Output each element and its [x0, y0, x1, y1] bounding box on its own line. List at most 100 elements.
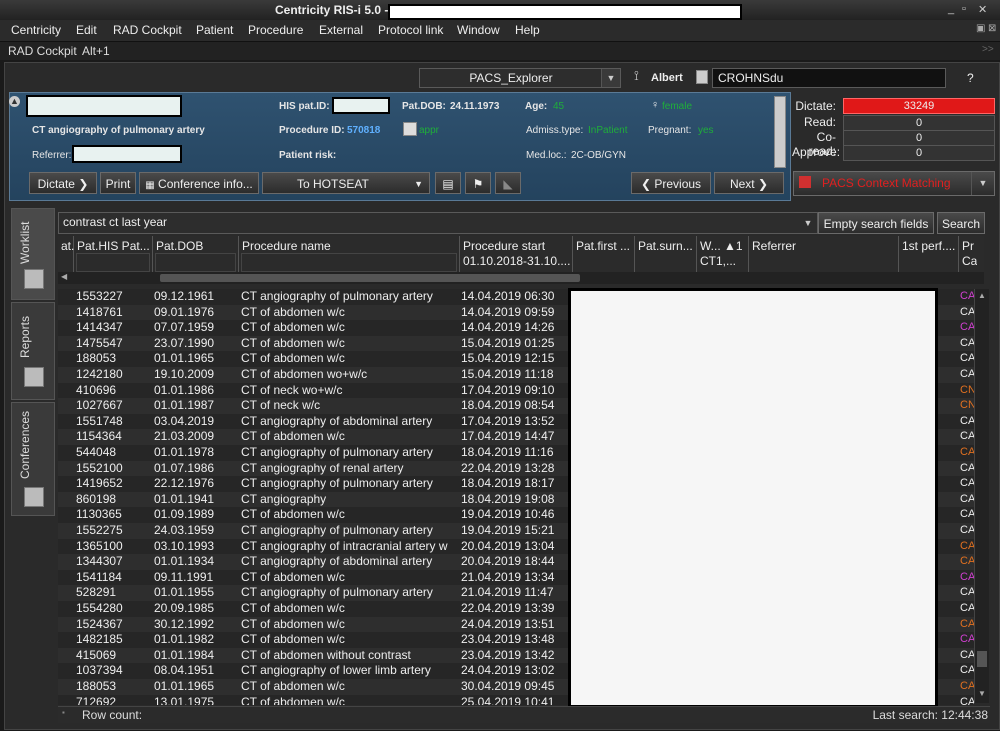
- menu-edit[interactable]: Edit: [76, 23, 97, 37]
- col-procedure-name[interactable]: Procedure name: [239, 236, 460, 272]
- col-referrer-label: Referrer: [752, 239, 797, 253]
- cell-procedure: CT of abdomen w/c: [241, 601, 345, 615]
- cell-his-id: 188053: [76, 351, 117, 366]
- col-first-name[interactable]: Pat.first ...: [573, 236, 635, 272]
- tab-conferences[interactable]: Conferences: [11, 402, 55, 516]
- filter-start-value[interactable]: 01.10.2018-31.10....: [463, 254, 570, 268]
- chevron-down-icon[interactable]: ▼: [971, 172, 994, 195]
- dictate-count[interactable]: 33249: [843, 98, 995, 114]
- empty-search-fields-button[interactable]: Empty search fields: [818, 212, 934, 234]
- cell-his-id: 1482185: [76, 632, 123, 647]
- redacted-his-id: [332, 97, 390, 114]
- col-surname[interactable]: Pat.surn...: [635, 236, 697, 272]
- minimize-icon[interactable]: _: [948, 3, 954, 15]
- status-expand-icon[interactable]: ▪: [62, 708, 65, 717]
- col-status[interactable]: at.: [58, 236, 74, 272]
- menu-window[interactable]: Window: [457, 23, 500, 37]
- col-his-id[interactable]: Pat.HIS Pat...: [74, 236, 153, 272]
- cell-start: 25.04.2019 10:41: [461, 694, 555, 705]
- menu-protocol-link[interactable]: Protocol link: [378, 23, 443, 37]
- read-count[interactable]: 0: [843, 115, 995, 131]
- scroll-down-icon[interactable]: ▼: [978, 689, 986, 698]
- menu-patient[interactable]: Patient: [196, 23, 233, 37]
- horizontal-scroll-thumb[interactable]: [160, 274, 580, 282]
- worklist-query-value: contrast ct last year: [63, 215, 168, 229]
- menu-procedure[interactable]: Procedure: [248, 23, 303, 37]
- cell-dob: 01.01.1978: [154, 445, 215, 459]
- chevron-down-icon[interactable]: ▼: [414, 173, 423, 195]
- patient-search-field[interactable]: CROHNSdu: [712, 68, 946, 88]
- col-priority[interactable]: Pr Ca: [959, 236, 984, 272]
- menu-help[interactable]: Help: [515, 23, 540, 37]
- cell-dob: 01.09.1989: [154, 507, 215, 522]
- col-dob-label: Pat.DOB: [156, 239, 204, 253]
- search-button[interactable]: Search: [937, 212, 985, 234]
- approve-count[interactable]: 0: [843, 145, 995, 161]
- conference-info-button[interactable]: ▦ Conference info...: [139, 172, 259, 194]
- pacs-combo[interactable]: PACS_Explorer ▼: [419, 68, 621, 88]
- col-procedure-start-label: Procedure start: [463, 239, 546, 253]
- tab-reports[interactable]: Reports: [11, 302, 55, 400]
- cell-dob: 01.01.1965: [154, 679, 215, 693]
- cell-dob: 20.09.1985: [154, 601, 215, 615]
- cell-priority: CA: [960, 695, 974, 705]
- cell-priority: CA: [960, 633, 974, 646]
- scroll-up-icon[interactable]: ▲: [978, 291, 986, 300]
- coread-count[interactable]: 0: [843, 130, 995, 146]
- menu-centricity[interactable]: Centricity: [11, 23, 61, 37]
- tab-reports-label: Reports: [18, 315, 32, 358]
- filter-procedure[interactable]: [241, 253, 457, 272]
- chevron-down-icon[interactable]: ▼: [799, 213, 817, 233]
- col-workplace[interactable]: W... ▲1 CT1,...: [697, 236, 749, 272]
- cell-his-id: 1551748: [76, 413, 123, 428]
- filter-his-id[interactable]: [76, 253, 150, 272]
- cell-start: 21.04.2019 13:34: [461, 569, 555, 584]
- filter-dob[interactable]: [155, 253, 236, 272]
- horizontal-scrollbar[interactable]: ◀: [58, 272, 984, 284]
- mdi-restore-icon[interactable]: ▣: [976, 23, 985, 34]
- cell-dob: 07.07.1959: [154, 320, 215, 335]
- cell-start: 18.04.2019 08:54: [461, 398, 555, 413]
- hotseat-combo[interactable]: To HOTSEAT ▼: [262, 172, 430, 194]
- tab-worklist[interactable]: Worklist: [11, 208, 55, 300]
- restore-icon[interactable]: ▫: [962, 3, 966, 15]
- help-button[interactable]: ?: [967, 71, 974, 85]
- menu-external[interactable]: External: [319, 23, 363, 37]
- notes-icon[interactable]: ▤: [435, 172, 461, 194]
- mdi-close-icon[interactable]: ⊠: [988, 23, 996, 34]
- col-procedure-start[interactable]: Procedure start 01.10.2018-31.10....: [460, 236, 573, 272]
- flag-icon[interactable]: ⚑: [465, 172, 491, 194]
- cell-priority: CA: [960, 508, 974, 521]
- redacted-title: [388, 4, 742, 20]
- scroll-left-icon[interactable]: ◀: [61, 272, 67, 281]
- worklist-query-combo[interactable]: contrast ct last year ▼: [58, 212, 818, 234]
- dictate-button[interactable]: Dictate ❯: [29, 172, 97, 194]
- age-value: 45: [553, 101, 565, 112]
- window-title: Centricity RIS-i 5.0 -: [275, 3, 389, 17]
- cell-his-id: 1475547: [76, 335, 123, 350]
- col-referrer[interactable]: Referrer: [749, 236, 899, 272]
- col-first-performer[interactable]: 1st perf....: [899, 236, 959, 272]
- overflow-icon[interactable]: >>: [982, 44, 994, 55]
- col-first-performer-label: 1st perf....: [902, 239, 956, 253]
- patient-scrollbar[interactable]: [774, 96, 786, 168]
- previous-button[interactable]: ❮ Previous: [631, 172, 711, 194]
- cell-start: 18.04.2019 11:16: [461, 445, 554, 459]
- next-button[interactable]: Next ❯: [714, 172, 784, 194]
- filter-workplace-value[interactable]: CT1,...: [700, 254, 736, 268]
- col-dob[interactable]: Pat.DOB: [153, 236, 239, 272]
- cell-his-id: 712692: [76, 694, 117, 705]
- vertical-scroll-thumb[interactable]: [977, 651, 987, 667]
- chevron-down-icon[interactable]: ▼: [601, 69, 620, 87]
- print-button[interactable]: Print: [100, 172, 136, 194]
- vertical-scrollbar[interactable]: ▲ ▼: [974, 289, 989, 703]
- cockpit-label[interactable]: RAD Cockpit: [8, 44, 77, 58]
- next-label: Next: [729, 177, 755, 191]
- comment-icon[interactable]: ◣: [495, 172, 521, 194]
- collapse-icon[interactable]: ▲: [9, 96, 20, 107]
- close-icon[interactable]: ✕: [978, 3, 987, 16]
- menu-rad-cockpit[interactable]: RAD Cockpit: [113, 23, 182, 37]
- cell-procedure: CT angiography: [241, 491, 327, 506]
- pacs-context-matching-button[interactable]: PACS Context Matching ▼: [793, 171, 995, 196]
- cell-priority: CA: [960, 602, 974, 614]
